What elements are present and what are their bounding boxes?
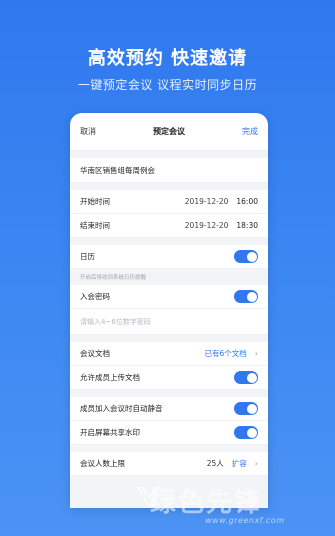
section-divider bbox=[70, 151, 268, 158]
start-date-value: 2019-12-20 bbox=[184, 197, 229, 206]
capacity-value: 25人 bbox=[206, 459, 224, 468]
meeting-name-value: 华南区销售组每周例会 bbox=[80, 165, 155, 175]
end-time-label: 结束时间 bbox=[80, 221, 110, 230]
phone-screen: 取消 预定会议 完成 华南区销售组每周例会 开始时间 2019-12-20 16… bbox=[70, 113, 268, 508]
section-divider bbox=[70, 238, 268, 245]
auto-mute-toggle[interactable] bbox=[234, 402, 258, 415]
section-divider bbox=[70, 335, 268, 342]
password-label: 入会密码 bbox=[80, 292, 110, 301]
section-divider bbox=[70, 390, 268, 397]
site-watermark-text: 绿色先锋 bbox=[150, 488, 263, 518]
documents-label: 会议文档 bbox=[80, 349, 110, 358]
password-row: 入会密码 bbox=[70, 285, 268, 309]
documents-row[interactable]: 会议文档 已有6个文档 › bbox=[70, 342, 268, 366]
section-divider bbox=[70, 445, 268, 452]
calendar-toggle[interactable] bbox=[234, 250, 258, 263]
watermark-toggle[interactable] bbox=[234, 426, 258, 439]
chevron-right-icon: › bbox=[254, 459, 258, 468]
done-button[interactable]: 完成 bbox=[242, 126, 258, 137]
cancel-button[interactable]: 取消 bbox=[80, 126, 96, 137]
end-date-value: 2019-12-20 bbox=[184, 221, 229, 230]
calendar-hint: 开启后将收到系统日历提醒 bbox=[70, 269, 268, 285]
allow-upload-label: 允许成员上传文档 bbox=[80, 373, 140, 382]
chevron-right-icon: › bbox=[254, 349, 258, 358]
documents-count: 已有6个文档 bbox=[204, 349, 247, 358]
start-time-value: 16:00 bbox=[236, 197, 258, 206]
auto-mute-row: 成员加入会议时自动静音 bbox=[70, 397, 268, 421]
site-watermark-url: www.greenxf.com bbox=[205, 516, 285, 525]
page-title: 预定会议 bbox=[153, 127, 185, 136]
nav-bar: 取消 预定会议 完成 bbox=[70, 113, 268, 151]
end-time-value: 18:30 bbox=[236, 221, 258, 230]
watermark-row: 开启屏幕共享水印 bbox=[70, 421, 268, 445]
section-divider bbox=[70, 183, 268, 190]
password-toggle[interactable] bbox=[234, 290, 258, 303]
allow-upload-toggle[interactable] bbox=[234, 371, 258, 384]
calendar-label: 日历 bbox=[80, 252, 95, 261]
end-time-row[interactable]: 结束时间 2019-12-20 18:30 bbox=[70, 214, 268, 238]
capacity-row[interactable]: 会议人数上限 25人 扩容 › bbox=[70, 452, 268, 476]
meeting-name-field[interactable]: 华南区销售组每周例会 bbox=[70, 158, 268, 183]
start-time-row[interactable]: 开始时间 2019-12-20 16:00 bbox=[70, 190, 268, 214]
password-input[interactable]: 请输入4~6位数字密码 bbox=[70, 309, 268, 335]
auto-mute-label: 成员加入会议时自动静音 bbox=[80, 404, 163, 413]
start-time-label: 开始时间 bbox=[80, 197, 110, 206]
watermark-label: 开启屏幕共享水印 bbox=[80, 428, 140, 437]
calendar-row: 日历 bbox=[70, 245, 268, 269]
hero-title: 高效预约 快速邀请 bbox=[87, 48, 248, 69]
allow-upload-row: 允许成员上传文档 bbox=[70, 366, 268, 390]
expand-capacity-link[interactable]: 扩容 bbox=[232, 458, 247, 469]
hero-subtitle: 一键预定会议 议程实时同步日历 bbox=[77, 78, 258, 92]
capacity-label: 会议人数上限 bbox=[80, 459, 125, 468]
